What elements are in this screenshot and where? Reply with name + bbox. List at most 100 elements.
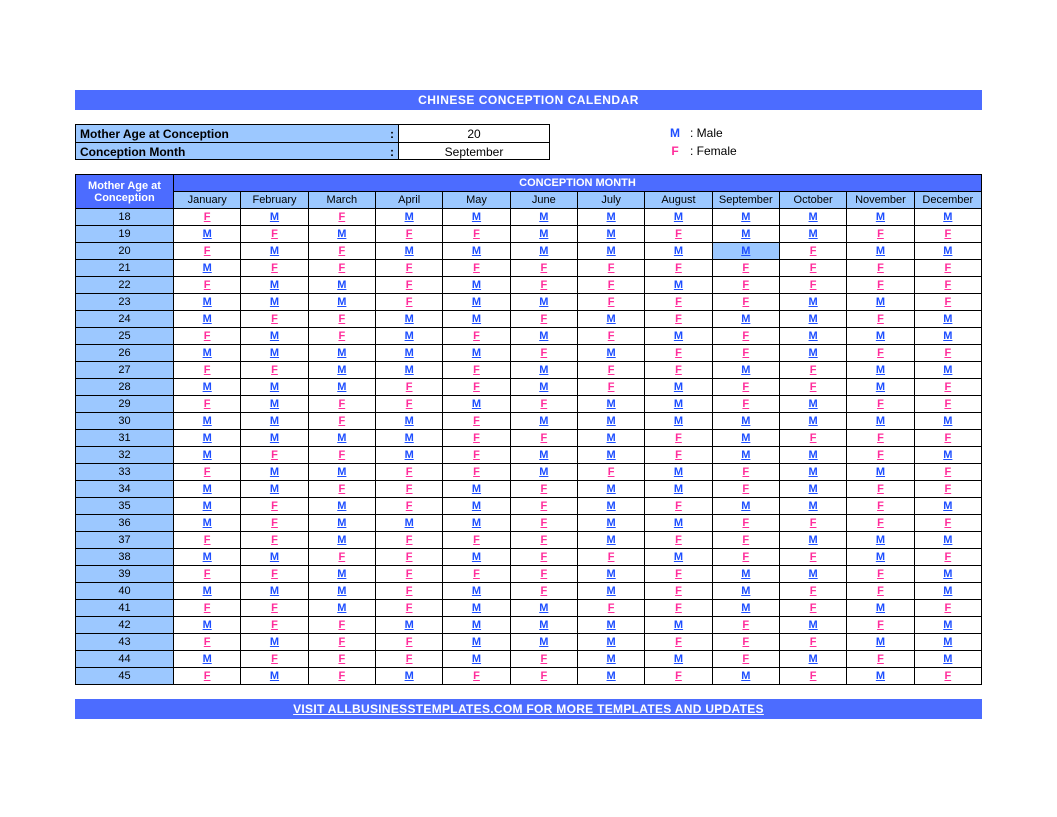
gender-cell: M xyxy=(308,430,375,447)
gender-cell: M xyxy=(712,311,779,328)
age-cell: 39 xyxy=(76,566,174,583)
gender-cell: F xyxy=(847,260,914,277)
gender-cell: M xyxy=(847,668,914,685)
gender-cell: M xyxy=(847,634,914,651)
gender-cell: M xyxy=(375,413,442,430)
gender-cell: F xyxy=(847,447,914,464)
gender-cell: F xyxy=(174,396,241,413)
header-month: June xyxy=(510,192,577,209)
gender-cell: F xyxy=(914,668,981,685)
gender-cell: F xyxy=(510,515,577,532)
header-month-group: CONCEPTION MONTH xyxy=(174,175,982,192)
gender-cell: M xyxy=(847,328,914,345)
gender-cell: M xyxy=(174,498,241,515)
gender-cell: F xyxy=(847,566,914,583)
gender-cell: M xyxy=(779,345,846,362)
gender-cell: M xyxy=(241,277,308,294)
param-age-value[interactable]: 20 xyxy=(398,124,550,142)
gender-cell: F xyxy=(577,260,644,277)
gender-cell: F xyxy=(914,294,981,311)
parameters-block: Mother Age at Conception : 20 Conception… xyxy=(75,124,982,160)
gender-cell: F xyxy=(645,311,712,328)
gender-cell: F xyxy=(645,226,712,243)
gender-cell: F xyxy=(645,566,712,583)
header-month: September xyxy=(712,192,779,209)
gender-cell: M xyxy=(375,447,442,464)
gender-cell: M xyxy=(577,498,644,515)
gender-cell: F xyxy=(308,668,375,685)
gender-cell: M xyxy=(779,566,846,583)
gender-cell: F xyxy=(375,498,442,515)
age-cell: 41 xyxy=(76,600,174,617)
age-cell: 33 xyxy=(76,464,174,481)
gender-cell: M xyxy=(712,668,779,685)
gender-cell: M xyxy=(241,583,308,600)
gender-cell: F xyxy=(443,379,510,396)
gender-cell: M xyxy=(577,515,644,532)
gender-cell: F xyxy=(712,515,779,532)
header-age: Mother Age at Conception xyxy=(76,175,174,209)
gender-cell: M xyxy=(308,226,375,243)
gender-cell: M xyxy=(375,430,442,447)
gender-cell: F xyxy=(443,226,510,243)
gender-cell: M xyxy=(241,243,308,260)
age-cell: 22 xyxy=(76,277,174,294)
gender-cell: M xyxy=(847,294,914,311)
param-month-value[interactable]: September xyxy=(398,142,550,160)
gender-cell: F xyxy=(779,549,846,566)
gender-cell: F xyxy=(712,396,779,413)
gender-cell: F xyxy=(510,260,577,277)
gender-cell: F xyxy=(645,498,712,515)
gender-cell: M xyxy=(645,617,712,634)
gender-cell: F xyxy=(847,617,914,634)
gender-cell: M xyxy=(779,413,846,430)
gender-cell: F xyxy=(510,549,577,566)
gender-cell: M xyxy=(174,617,241,634)
gender-cell: M xyxy=(914,583,981,600)
gender-cell: M xyxy=(241,345,308,362)
gender-cell: F xyxy=(174,209,241,226)
gender-cell: M xyxy=(174,260,241,277)
footer-link[interactable]: VISIT ALLBUSINESSTEMPLATES.COM FOR MORE … xyxy=(75,699,982,719)
gender-cell: M xyxy=(375,515,442,532)
gender-cell: M xyxy=(712,498,779,515)
gender-cell: F xyxy=(847,583,914,600)
gender-cell: M xyxy=(443,294,510,311)
gender-cell: F xyxy=(914,430,981,447)
gender-cell: M xyxy=(779,396,846,413)
gender-cell: M xyxy=(779,328,846,345)
gender-cell: M xyxy=(645,481,712,498)
gender-cell: F xyxy=(712,464,779,481)
gender-cell: M xyxy=(443,396,510,413)
gender-cell: M xyxy=(375,311,442,328)
gender-cell: F xyxy=(645,668,712,685)
gender-cell: M xyxy=(241,549,308,566)
gender-cell: F xyxy=(241,651,308,668)
gender-cell: F xyxy=(847,430,914,447)
gender-cell: F xyxy=(375,566,442,583)
gender-cell: F xyxy=(308,447,375,464)
legend: M : Male F : Female xyxy=(660,124,737,160)
gender-cell: M xyxy=(914,328,981,345)
gender-cell: M xyxy=(914,634,981,651)
gender-cell: M xyxy=(308,498,375,515)
gender-cell: F xyxy=(375,651,442,668)
gender-cell: M xyxy=(308,379,375,396)
gender-cell: M xyxy=(174,294,241,311)
gender-cell: M xyxy=(308,294,375,311)
gender-cell: F xyxy=(712,328,779,345)
gender-cell: M xyxy=(443,243,510,260)
gender-cell: M xyxy=(510,294,577,311)
gender-cell: F xyxy=(577,328,644,345)
gender-cell: F xyxy=(510,566,577,583)
gender-cell: M xyxy=(577,243,644,260)
gender-cell: M xyxy=(712,447,779,464)
age-cell: 37 xyxy=(76,532,174,549)
gender-cell: M xyxy=(779,481,846,498)
gender-cell: F xyxy=(779,430,846,447)
gender-cell: F xyxy=(847,651,914,668)
gender-cell: M xyxy=(308,464,375,481)
gender-cell: M xyxy=(914,209,981,226)
age-cell: 32 xyxy=(76,447,174,464)
gender-cell: M xyxy=(645,379,712,396)
